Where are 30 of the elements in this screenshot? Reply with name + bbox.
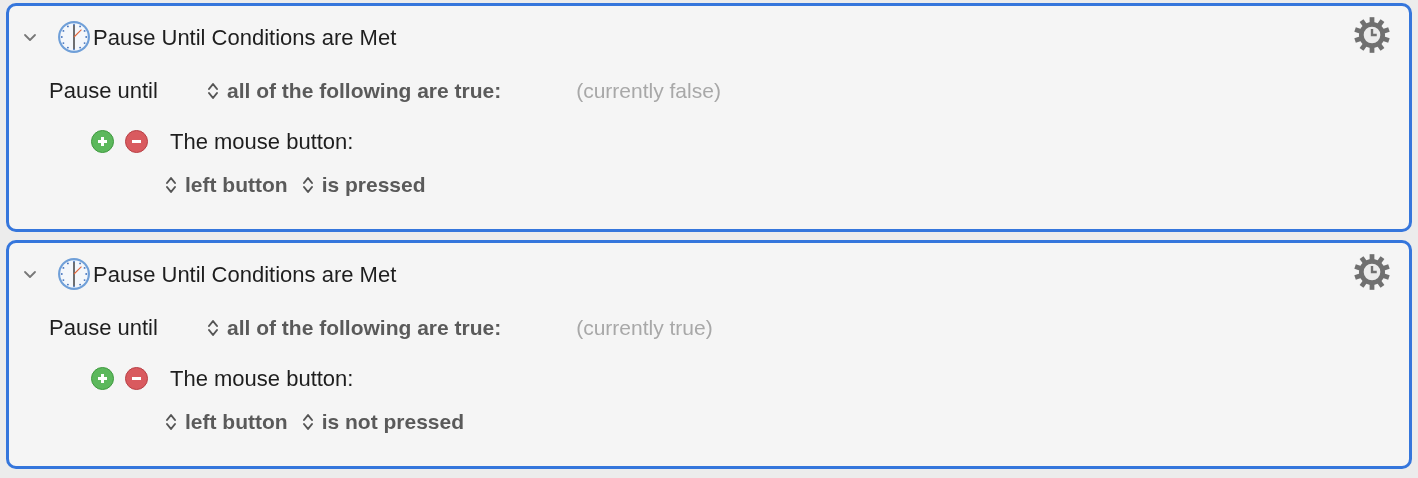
clock-icon bbox=[57, 20, 91, 54]
action-title: Pause Until Conditions are Met bbox=[93, 260, 397, 289]
remove-button[interactable] bbox=[125, 130, 148, 153]
up-down-arrows-icon bbox=[165, 174, 177, 195]
pause-until-label: Pause until bbox=[49, 314, 159, 342]
plus-icon bbox=[97, 136, 108, 147]
plus-icon bbox=[97, 373, 108, 384]
action-title: Pause Until Conditions are Met bbox=[93, 23, 397, 52]
add-button[interactable] bbox=[91, 367, 114, 390]
condition-mode-popup[interactable]: all of the following are true: bbox=[207, 317, 502, 338]
button-state-popup[interactable]: is pressed bbox=[301, 174, 426, 195]
up-down-arrows-icon bbox=[301, 411, 314, 432]
remove-button[interactable] bbox=[125, 367, 148, 390]
mouse-button-popup[interactable]: left button bbox=[165, 174, 288, 195]
pause-until-label: Pause until bbox=[49, 77, 159, 105]
up-down-arrows-icon bbox=[207, 80, 219, 101]
gear-clock-icon[interactable] bbox=[1353, 16, 1391, 54]
status-text: (currently false) bbox=[576, 77, 721, 104]
mouse-button-popup[interactable]: left button bbox=[165, 411, 288, 432]
add-button[interactable] bbox=[91, 130, 114, 153]
gear-clock-icon[interactable] bbox=[1353, 253, 1391, 291]
condition-label: The mouse button: bbox=[170, 128, 354, 156]
up-down-arrows-icon bbox=[301, 174, 314, 195]
condition-mode-popup[interactable]: all of the following are true: bbox=[207, 80, 502, 101]
up-down-arrows-icon bbox=[165, 411, 177, 432]
up-down-arrows-icon bbox=[207, 317, 219, 338]
button-state-popup[interactable]: is not pressed bbox=[301, 411, 465, 432]
clock-icon bbox=[57, 257, 91, 291]
condition-label: The mouse button: bbox=[170, 365, 354, 393]
status-text: (currently true) bbox=[576, 314, 713, 341]
